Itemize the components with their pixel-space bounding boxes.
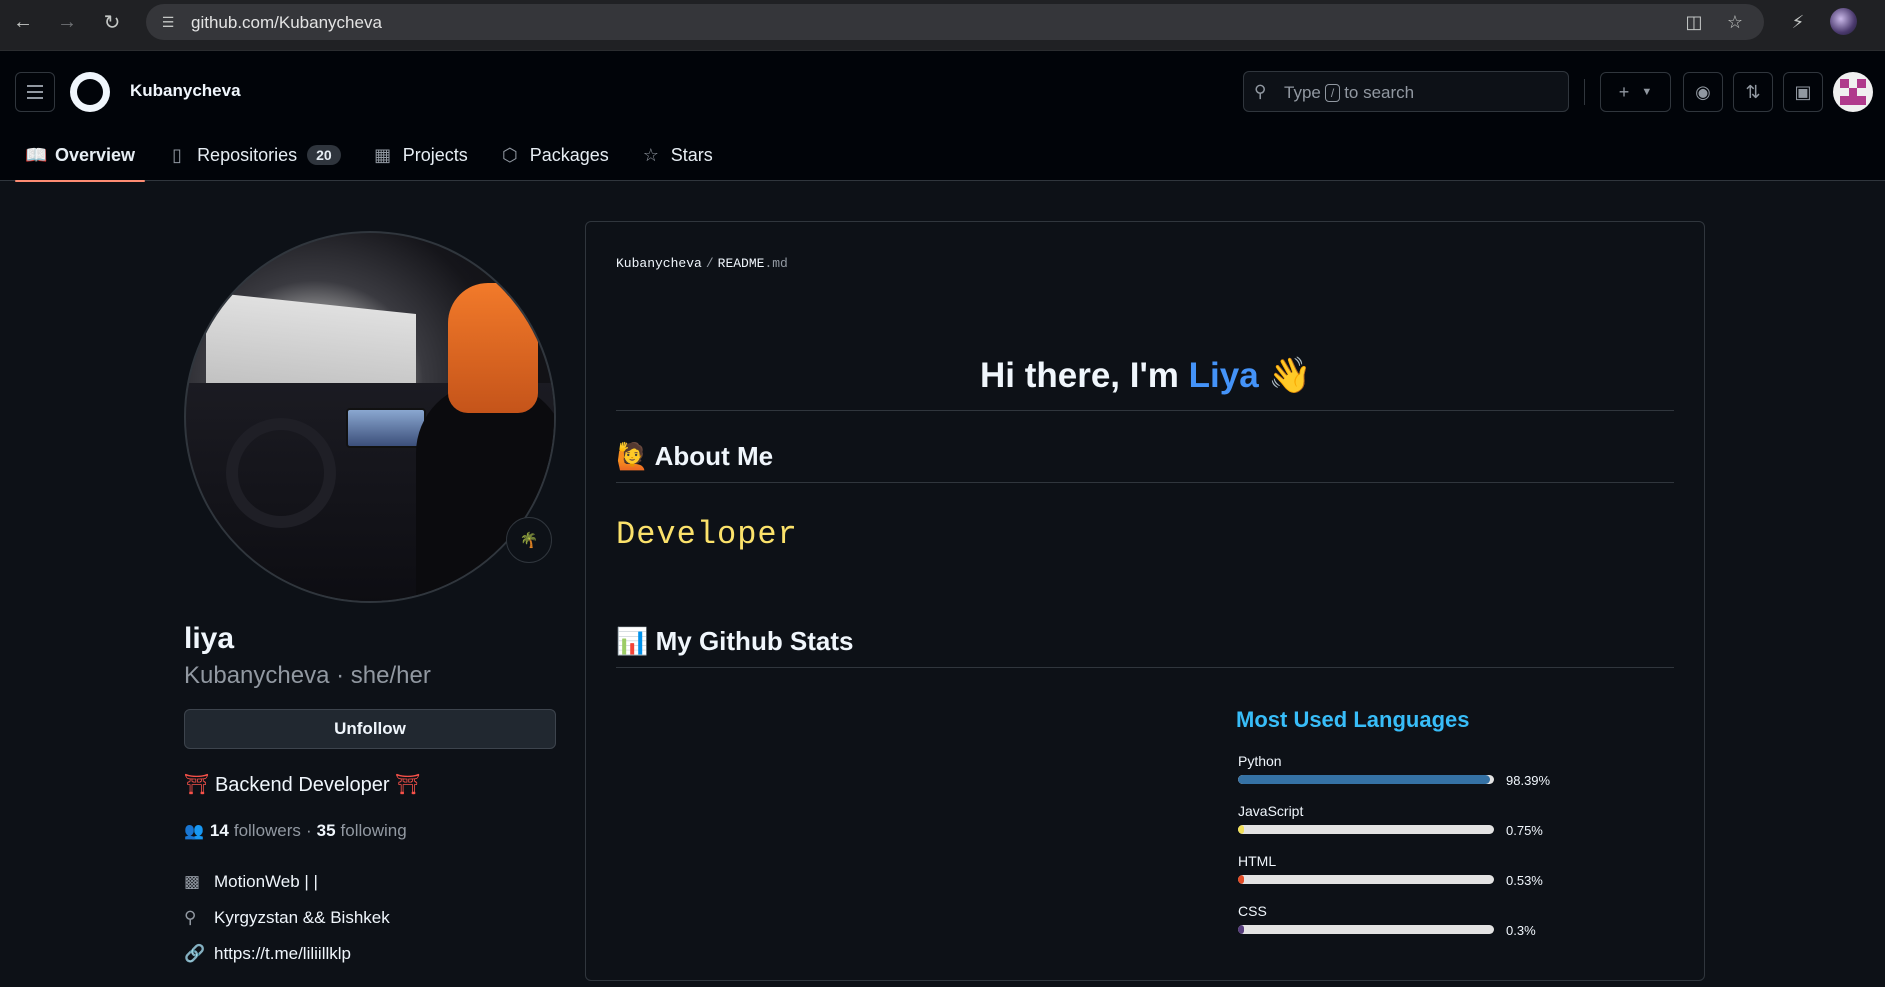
follow-stats: 👥 14 followers · 35 following [184, 821, 407, 841]
header-username[interactable]: Kubanycheva [130, 81, 241, 101]
language-bar-fill [1238, 925, 1244, 934]
browser-profile-avatar[interactable] [1830, 8, 1857, 35]
install-app-icon[interactable]: ◫ [1681, 9, 1707, 35]
github-logo-icon[interactable] [70, 72, 110, 112]
inbox-icon[interactable]: ▣ [1783, 72, 1823, 112]
followers-count[interactable]: 14 [210, 821, 229, 841]
profile-tabs: 📖 Overview ▯ Repositories 20 ▦ Projects ⬡ Pac… [15, 129, 735, 182]
profile-login: Kubanycheva · she/her [184, 662, 431, 689]
tab-repositories[interactable]: ▯ Repositories 20 [157, 129, 351, 181]
organization-icon: ▩ [184, 872, 201, 891]
search-icon: ⚲ [1254, 82, 1267, 101]
repo-count-badge: 20 [307, 145, 341, 165]
profile-bio: ⛩ Backend Developer ⛩ [184, 774, 421, 796]
tab-overview[interactable]: 📖 Overview [15, 129, 146, 182]
search-input[interactable]: ⚲ Type / to search [1243, 71, 1569, 112]
menu-icon[interactable] [15, 72, 55, 112]
followers-link[interactable]: followers [234, 821, 301, 841]
book-icon: 📖 [25, 144, 48, 165]
language-row: CSS 0.3% [1238, 903, 1536, 938]
readme-title: Hi there, I'm Liya 👋 [979, 356, 1313, 395]
readme-path: Kubanycheva / README.md [616, 256, 788, 271]
following-count[interactable]: 35 [317, 821, 336, 841]
tab-packages[interactable]: ⬡ Packages [490, 129, 619, 181]
unfollow-button[interactable]: Unfollow [184, 709, 556, 749]
language-row: HTML 0.53% [1238, 853, 1543, 888]
language-bar-fill [1238, 825, 1244, 834]
profile-avatar[interactable] [184, 231, 556, 603]
url-text[interactable]: github.com/Kubanycheva [191, 13, 382, 33]
link-icon: 🔗 [184, 944, 206, 963]
header-divider [1584, 79, 1585, 105]
language-row: JavaScript 0.75% [1238, 803, 1543, 838]
about-heading: 🙋 About Me [616, 441, 774, 471]
site-info-icon[interactable]: ☰ [158, 12, 178, 32]
developer-typing-text: Developer [616, 516, 798, 553]
divider [616, 482, 1674, 483]
search-placeholder: Type / to search [1284, 83, 1415, 102]
divider [616, 667, 1674, 668]
browser-toolbar: ← → ↻ ☰ github.com/Kubanycheva ◫ ☆ ⚡ [0, 0, 1885, 51]
profile-name: liya [184, 622, 235, 655]
issues-icon[interactable]: ◉ [1683, 72, 1723, 112]
language-bar-fill [1238, 775, 1490, 784]
following-link[interactable]: following [341, 821, 407, 841]
user-avatar[interactable] [1833, 72, 1873, 112]
create-new-button[interactable]: + ▼ [1600, 72, 1671, 112]
repo-icon: ▯ [172, 144, 183, 165]
vcard-location: ⚲ Kyrgyzstan && Bishkek [184, 908, 390, 927]
language-bar-fill [1238, 875, 1244, 884]
most-used-languages-card: Most Used Languages Python 98.39% JavaSc… [1236, 707, 1596, 987]
tab-projects[interactable]: ▦ Projects [363, 129, 478, 181]
github-header: Kubanycheva ⚲ Type / to search + ▼ ◉ ⇅ ▣ 📖 O… [0, 51, 1885, 182]
pull-requests-icon[interactable]: ⇅ [1733, 72, 1773, 112]
vcard-company: ▩ MotionWeb | | [184, 872, 318, 891]
stats-heading: 📊 My Github Stats [616, 626, 854, 656]
vcard-link[interactable]: 🔗 https://t.me/liliillklp [184, 944, 351, 964]
reload-icon[interactable]: ↻ [99, 9, 125, 35]
divider [616, 410, 1674, 411]
language-row: Python 98.39% [1238, 753, 1551, 788]
tab-stars[interactable]: ☆ Stars [631, 129, 723, 181]
status-emoji-button[interactable]: 🌴 [506, 517, 552, 563]
star-icon: ☆ [642, 144, 659, 165]
back-icon[interactable]: ← [10, 9, 36, 35]
package-icon: ⬡ [501, 144, 518, 165]
bookmark-star-icon[interactable]: ☆ [1722, 9, 1748, 35]
extension-icon[interactable]: ⚡ [1785, 9, 1811, 35]
forward-icon[interactable]: → [54, 9, 80, 35]
languages-title: Most Used Languages [1236, 707, 1470, 732]
readme-owner-link[interactable]: Kubanycheva [616, 256, 702, 271]
location-icon: ⚲ [184, 908, 197, 927]
people-icon: 👥 [184, 823, 204, 840]
table-icon: ▦ [374, 144, 392, 165]
address-bar[interactable]: ☰ github.com/Kubanycheva [146, 4, 1764, 40]
readme-box: Kubanycheva / README.md Hi there, I'm Liya… [585, 221, 1705, 981]
